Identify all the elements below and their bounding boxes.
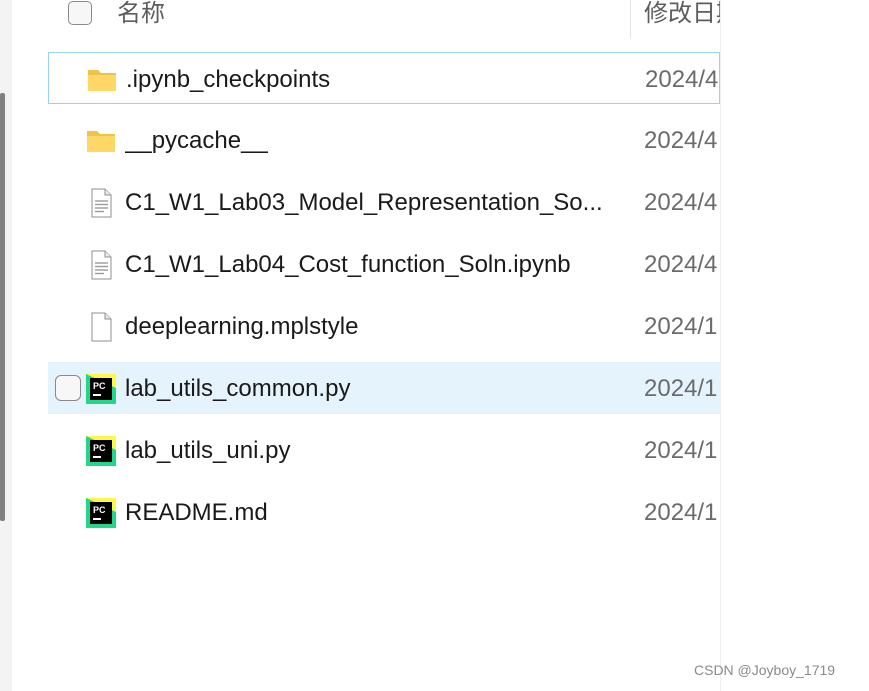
- file-name: README.md: [125, 499, 268, 526]
- file-date: 2024/4: [644, 251, 718, 278]
- file-name: C1_W1_Lab04_Cost_function_Soln.ipynb: [125, 251, 571, 278]
- file-date: 2024/1: [644, 313, 718, 340]
- file-date: 2024/4: [645, 66, 719, 93]
- column-divider[interactable]: [630, 0, 631, 38]
- file-date: 2024/4: [644, 189, 718, 216]
- file-date: 2024/1: [644, 375, 718, 402]
- file-date: 2024/4: [644, 127, 718, 154]
- file-name: __pycache__: [125, 127, 268, 154]
- column-header: 名称 修改日期: [48, 0, 720, 40]
- file-row[interactable]: C1_W1_Lab04_Cost_function_Soln.ipynb 202…: [48, 238, 720, 290]
- pycharm-file-icon: PC: [86, 436, 116, 466]
- notebook-file-icon: [86, 250, 116, 280]
- file-date: 2024/1: [644, 437, 718, 464]
- svg-text:PC: PC: [93, 381, 106, 391]
- file-row[interactable]: PC lab_utils_uni.py 2024/1: [48, 424, 720, 476]
- blank-file-icon: [86, 312, 116, 342]
- name-column-header[interactable]: 名称: [117, 0, 165, 28]
- pycharm-file-icon: PC: [86, 498, 116, 528]
- file-row[interactable]: __pycache__ 2024/4: [48, 114, 720, 166]
- pycharm-file-icon: PC: [86, 374, 116, 404]
- file-name: deeplearning.mplstyle: [125, 313, 359, 340]
- file-name: .ipynb_checkpoints: [126, 66, 331, 93]
- row-checkbox[interactable]: [55, 375, 81, 401]
- file-name: lab_utils_uni.py: [125, 437, 291, 464]
- file-row[interactable]: deeplearning.mplstyle 2024/1: [48, 300, 720, 352]
- watermark: CSDN @Joyboy_1719: [694, 662, 836, 678]
- file-row[interactable]: PC lab_utils_common.py 2024/1: [48, 362, 720, 414]
- scrollbar[interactable]: [0, 93, 5, 521]
- file-name: lab_utils_common.py: [125, 375, 351, 402]
- details-pane: [720, 0, 869, 691]
- svg-text:PC: PC: [93, 505, 106, 515]
- file-row[interactable]: .ipynb_checkpoints 2024/4: [48, 52, 720, 104]
- file-row[interactable]: C1_W1_Lab03_Model_Representation_So... 2…: [48, 176, 720, 228]
- svg-text:PC: PC: [93, 443, 106, 453]
- date-column-header[interactable]: 修改日期: [644, 0, 720, 28]
- file-date: 2024/1: [644, 499, 718, 526]
- folder-icon: [87, 65, 117, 95]
- file-name: C1_W1_Lab03_Model_Representation_So...: [125, 189, 603, 216]
- file-row[interactable]: PC README.md 2024/1: [48, 486, 720, 538]
- folder-icon: [86, 126, 116, 156]
- notebook-file-icon: [86, 188, 116, 218]
- select-all-checkbox[interactable]: [68, 1, 92, 25]
